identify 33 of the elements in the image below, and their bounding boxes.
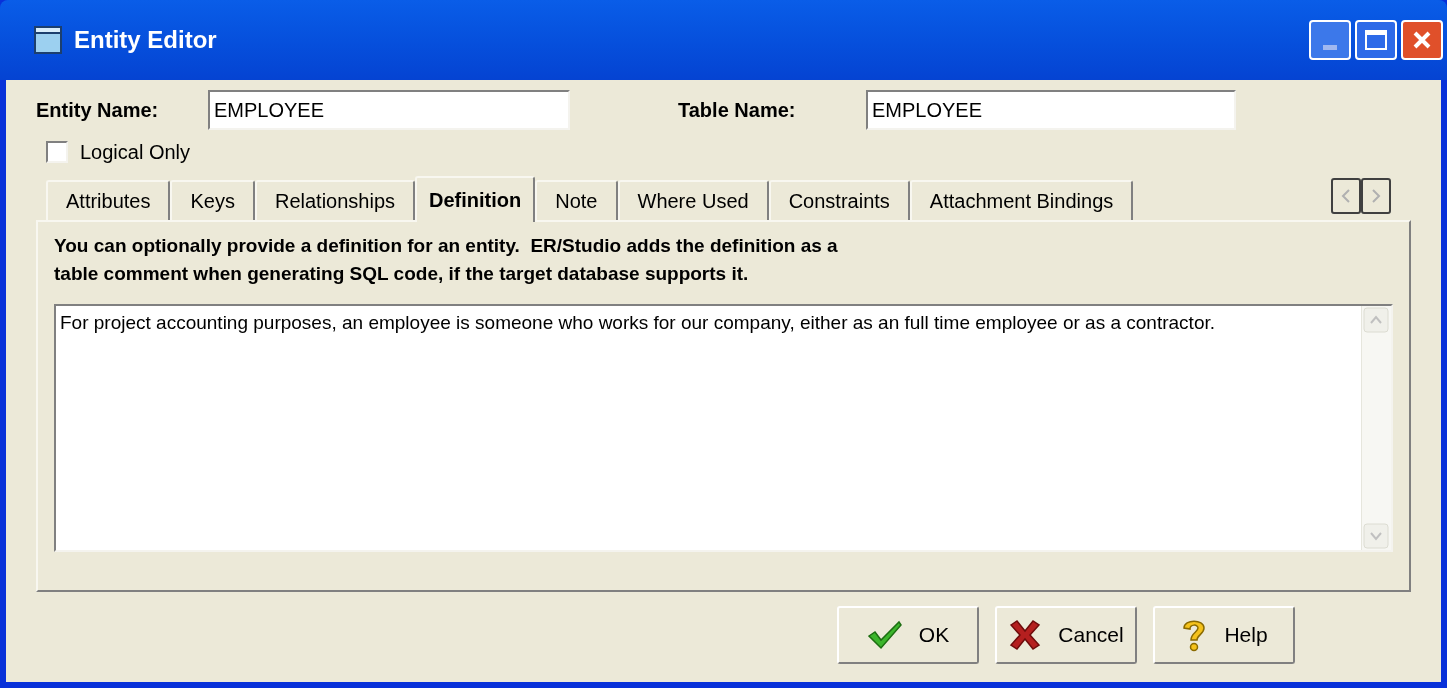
dialog-button[interactable]: Help — [1153, 606, 1295, 664]
window-title: Entity Editor — [74, 25, 217, 55]
tab[interactable]: Definition — [415, 176, 536, 222]
close-button[interactable] — [1401, 20, 1443, 60]
field-label: Table Name: — [678, 98, 797, 123]
definition-field[interactable]: For project accounting purposes, an employee is someone who works for our company, either as an full time employee or as a contractor. — [54, 304, 1393, 552]
maximize-button[interactable] — [1355, 20, 1397, 60]
close-icon — [1412, 30, 1432, 50]
window-icon — [34, 26, 62, 54]
checkmark-icon — [866, 620, 903, 650]
minimize-icon — [1323, 45, 1337, 50]
tab[interactable]: Keys — [170, 180, 255, 220]
tab[interactable]: Where Used — [617, 180, 769, 220]
scroll-right-button[interactable] — [1361, 178, 1391, 214]
tab[interactable]: Constraints — [768, 180, 910, 220]
tab[interactable]: Attributes — [46, 180, 171, 220]
dialog-button[interactable]: OK — [837, 606, 979, 664]
tab[interactable]: Attachment Bindings — [909, 180, 1134, 220]
checkbox-label: Logical Only — [80, 140, 191, 165]
definition-text: For project accounting purposes, an employee is someone who works for our company, either as an full time employee or as a contractor. — [59, 311, 1216, 335]
entity-name-field[interactable]: EMPLOYEE — [208, 90, 570, 130]
tab[interactable]: Note — [535, 180, 618, 220]
instruction-text: table comment when generating SQL code, if the target database supports it. — [54, 262, 750, 286]
checkbox[interactable] — [46, 141, 68, 163]
dialog-button[interactable]: Cancel — [995, 606, 1137, 664]
instruction-text: You can optionally provide a definition for an entity. ER/Studio adds the definition as a — [54, 234, 839, 258]
field-label: Entity Name: — [36, 98, 160, 123]
table-name-field[interactable]: EMPLOYEE — [866, 90, 1236, 130]
maximize-icon — [1365, 30, 1387, 50]
tab[interactable]: Relationships — [254, 180, 416, 220]
minimize-button[interactable] — [1309, 20, 1351, 60]
scroll-left-button[interactable] — [1331, 178, 1361, 214]
close-icon — [1008, 619, 1043, 651]
